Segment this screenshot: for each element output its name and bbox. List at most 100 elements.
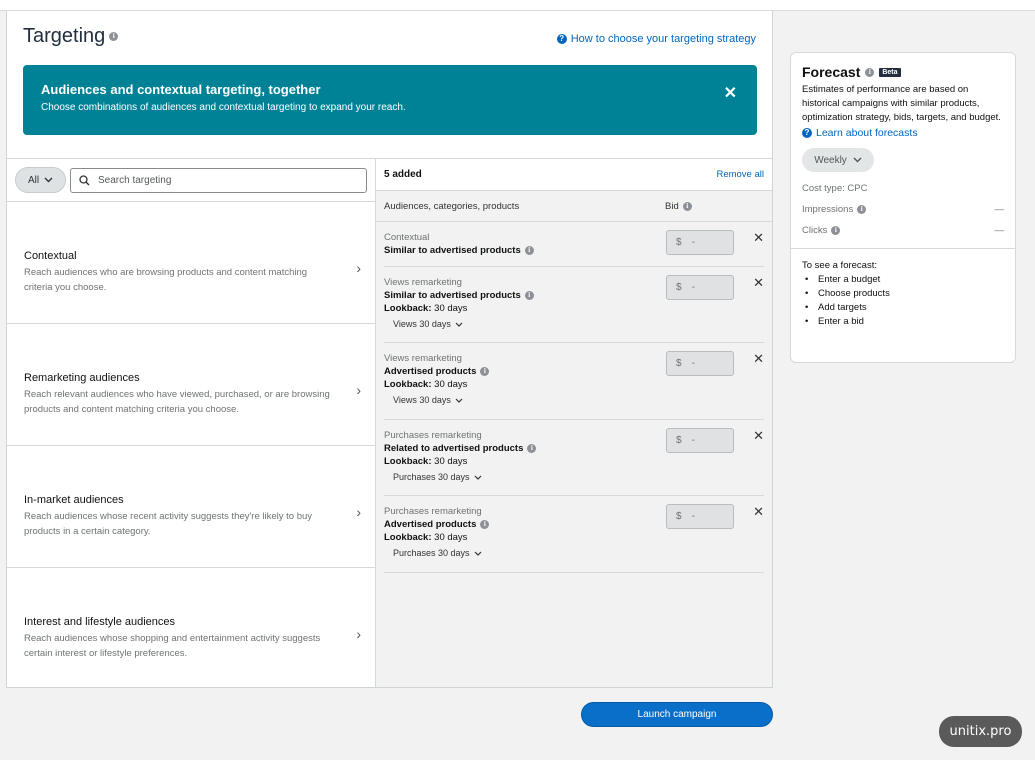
- added-count: 5 added: [384, 169, 422, 180]
- category-description: Reach audiences whose shopping and enter…: [24, 633, 321, 659]
- all-filter-dropdown[interactable]: All: [15, 167, 66, 193]
- search-input[interactable]: [98, 174, 348, 186]
- currency-symbol: $: [676, 358, 682, 369]
- info-icon[interactable]: i: [109, 32, 119, 41]
- category-in-market[interactable]: In-market audiences Reach audiences whos…: [7, 445, 375, 567]
- category-interest-lifestyle[interactable]: Interest and lifestyle audiences Reach a…: [7, 567, 375, 689]
- lookback-label: Lookback:: [384, 379, 432, 390]
- row-lookback: Lookback: 30 days: [384, 456, 764, 467]
- info-icon[interactable]: i: [527, 444, 537, 453]
- info-banner: Audiences and contextual targeting, toge…: [23, 65, 757, 135]
- bid-input[interactable]: $ -: [666, 504, 734, 529]
- forecast-description: Estimates of performance are based on hi…: [802, 84, 1001, 123]
- lookback-dropdown-label: Views 30 days: [393, 319, 451, 329]
- all-filter-label: All: [27, 174, 40, 186]
- row-name-text: Similar to advertised products: [384, 245, 521, 256]
- category-title: Contextual: [24, 250, 77, 262]
- period-dropdown[interactable]: Weekly: [802, 148, 874, 172]
- list-item: Choose products: [802, 287, 1004, 301]
- row-lookback: Lookback: 30 days: [384, 532, 764, 543]
- info-icon[interactable]: i: [524, 246, 534, 255]
- lookback-label: Lookback:: [384, 303, 432, 314]
- bid-placeholder: -: [691, 237, 695, 248]
- currency-symbol: $: [676, 435, 682, 446]
- learn-forecasts-link[interactable]: ? Learn about forecasts: [802, 127, 1004, 139]
- lookback-label: Lookback:: [384, 456, 432, 467]
- category-contextual[interactable]: Contextual Reach audiences who are brows…: [7, 201, 375, 323]
- bid-placeholder: -: [691, 358, 695, 369]
- help-icon: ?: [556, 34, 567, 44]
- added-rows: Contextual Similar to advertised product…: [376, 222, 772, 573]
- impressions-value: —: [994, 204, 1005, 215]
- added-column-headers: Audiences, categories, products Bid i: [376, 191, 772, 222]
- bid-label: Bid: [665, 200, 679, 212]
- search-field[interactable]: [70, 167, 367, 193]
- chevron-down-icon: [455, 322, 463, 327]
- bid-input[interactable]: $ -: [666, 275, 734, 300]
- added-row: Views remarketing Similar to advertised …: [384, 267, 764, 343]
- info-icon[interactable]: i: [480, 520, 490, 529]
- currency-symbol: $: [676, 282, 682, 293]
- info-icon[interactable]: i: [480, 367, 490, 376]
- info-icon[interactable]: i: [865, 67, 875, 77]
- lookback-value: 30 days: [434, 532, 468, 543]
- added-targets-panel: 5 added Remove all Audiences, categories…: [376, 159, 772, 687]
- lookback-value: 30 days: [434, 303, 468, 314]
- forecast-title: Forecast: [802, 64, 861, 80]
- category-description: Reach audiences whose recent activity su…: [24, 511, 313, 537]
- remove-row-icon[interactable]: ✕: [753, 351, 764, 367]
- forecast-steps: Enter a budget Choose products Add targe…: [802, 273, 1004, 329]
- bid-input[interactable]: $ -: [666, 351, 734, 376]
- targeting-title: Targeting: [23, 25, 106, 47]
- targeting-card: Targeting i ? How to choose your targeti…: [6, 11, 773, 688]
- info-icon[interactable]: i: [682, 201, 692, 211]
- row-name-text: Advertised products: [384, 519, 477, 530]
- category-remarketing[interactable]: Remarketing audiences Reach relevant aud…: [7, 323, 375, 445]
- watermark: unitix.pro: [939, 716, 1022, 747]
- launch-campaign-button[interactable]: Launch campaign: [581, 702, 773, 727]
- added-row: Purchases remarketing Advertised product…: [384, 496, 764, 573]
- remove-row-icon[interactable]: ✕: [753, 275, 764, 291]
- bid-input[interactable]: $ -: [666, 230, 734, 255]
- impressions-metric: Impressions i —: [802, 204, 1004, 215]
- added-header: 5 added Remove all: [376, 159, 772, 191]
- info-icon[interactable]: i: [524, 291, 534, 300]
- lookback-value: 30 days: [434, 379, 468, 390]
- lookback-dropdown[interactable]: Views 30 days: [393, 319, 463, 329]
- bid-input[interactable]: $ -: [666, 428, 734, 453]
- forecast-heading: Forecast i Beta: [802, 64, 1004, 80]
- remove-row-icon[interactable]: ✕: [753, 504, 764, 520]
- lookback-dropdown[interactable]: Purchases 30 days: [393, 472, 482, 482]
- row-lookback: Lookback: 30 days: [384, 303, 764, 314]
- column-header-name: Audiences, categories, products: [384, 200, 520, 212]
- added-row: Contextual Similar to advertised product…: [384, 222, 764, 267]
- filter-row: All: [15, 167, 367, 193]
- chevron-right-icon: ›: [356, 626, 361, 642]
- top-bar: [0, 0, 1035, 11]
- search-icon: [79, 174, 90, 185]
- forecast-steps-heading: To see a forecast:: [802, 260, 877, 271]
- info-icon[interactable]: i: [831, 226, 841, 235]
- category-title: Remarketing audiences: [24, 372, 140, 384]
- row-lookback: Lookback: 30 days: [384, 379, 764, 390]
- row-name-text: Related to advertised products: [384, 443, 524, 454]
- added-row: Views remarketing Advertised products i …: [384, 343, 764, 420]
- close-icon[interactable]: ✕: [724, 83, 737, 103]
- list-item: Enter a budget: [802, 273, 1004, 287]
- chevron-down-icon: [455, 398, 463, 403]
- lookback-dropdown[interactable]: Views 30 days: [393, 395, 463, 405]
- learn-link-label: Learn about forecasts: [816, 127, 918, 139]
- banner-text: Choose combinations of audiences and con…: [41, 102, 406, 113]
- chevron-down-icon: [474, 475, 481, 480]
- remove-all-link[interactable]: Remove all: [716, 169, 764, 180]
- remove-row-icon[interactable]: ✕: [753, 428, 764, 444]
- category-title: Interest and lifestyle audiences: [24, 616, 176, 628]
- lookback-value: 30 days: [434, 456, 468, 467]
- info-icon[interactable]: i: [857, 205, 867, 214]
- remove-row-icon[interactable]: ✕: [753, 230, 764, 246]
- chevron-right-icon: ›: [356, 260, 361, 276]
- lookback-dropdown[interactable]: Purchases 30 days: [393, 548, 482, 558]
- chevron-right-icon: ›: [356, 382, 361, 398]
- targeting-strategy-help-link[interactable]: ? How to choose your targeting strategy: [556, 33, 756, 45]
- chevron-right-icon: ›: [356, 504, 361, 520]
